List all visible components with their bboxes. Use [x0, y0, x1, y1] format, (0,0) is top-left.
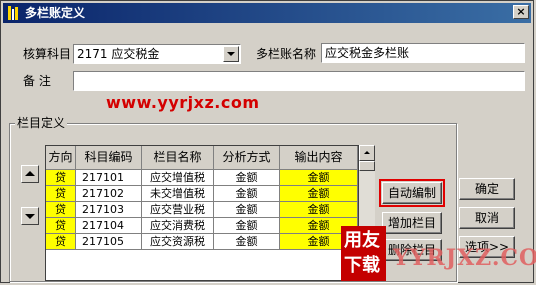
arrow-down-icon [25, 214, 35, 219]
ledger-name-input[interactable]: 应交税金多栏账 [321, 43, 525, 63]
cell-code[interactable]: 217102 [76, 186, 142, 202]
title-bar: 多栏账定义 × [3, 3, 531, 23]
cell-code[interactable]: 217105 [76, 234, 142, 250]
cell-output[interactable]: 金额 [280, 202, 358, 218]
move-up-button[interactable] [21, 165, 39, 183]
cell-output[interactable]: 金额 [280, 170, 358, 186]
cell-direction[interactable]: 贷 [46, 218, 76, 234]
ledger-name-label: 多栏账名称 [256, 47, 317, 61]
cell-name[interactable]: 应交消费税 [142, 218, 214, 234]
header-code[interactable]: 科目编码 [76, 146, 142, 170]
cell-name[interactable]: 应交营业税 [142, 202, 214, 218]
cell-code[interactable]: 217104 [76, 218, 142, 234]
logo-text: YYRJXZ.COM [393, 245, 536, 271]
cell-analysis[interactable]: 金额 [214, 234, 280, 250]
arrow-up-icon [25, 171, 35, 176]
cell-name[interactable]: 应交增值税 [142, 170, 214, 186]
subject-dropdown-button[interactable] [223, 46, 239, 62]
move-down-button[interactable] [21, 207, 39, 225]
close-icon: × [516, 5, 526, 18]
scroll-thumb[interactable] [359, 161, 375, 171]
arrow-up-icon [364, 151, 370, 154]
header-direction[interactable]: 方向 [46, 146, 76, 170]
remark-label: 备 注 [23, 74, 51, 88]
close-button[interactable]: × [513, 5, 529, 19]
group-title: 栏目定义 [15, 116, 68, 130]
cell-analysis[interactable]: 金额 [214, 186, 280, 202]
column-table: 方向 科目编码 栏目名称 分析方式 输出内容 贷 217101 应交增值税 金额… [45, 145, 359, 281]
cell-name[interactable]: 未交增值税 [142, 186, 214, 202]
subject-select[interactable]: 2171 应交税金 [73, 44, 241, 64]
cell-code[interactable]: 217101 [76, 170, 142, 186]
cell-name[interactable]: 应交资源税 [142, 234, 214, 250]
scroll-up-button[interactable] [359, 145, 375, 161]
watermark-logo: 用友 下载 YYRJXZ.COM [341, 226, 536, 284]
cell-analysis[interactable]: 金额 [214, 170, 280, 186]
header-output[interactable]: 输出内容 [280, 146, 358, 170]
ledger-name-value: 应交税金多栏账 [325, 46, 410, 60]
cell-output[interactable]: 金额 [280, 186, 358, 202]
cell-direction[interactable]: 贷 [46, 202, 76, 218]
header-name[interactable]: 栏目名称 [142, 146, 214, 170]
cell-direction[interactable]: 贷 [46, 170, 76, 186]
cell-direction[interactable]: 贷 [46, 234, 76, 250]
cell-analysis[interactable]: 金额 [214, 218, 280, 234]
cell-code[interactable]: 217103 [76, 202, 142, 218]
window-title: 多栏账定义 [25, 6, 86, 20]
subject-label: 核算科目 [23, 47, 72, 61]
logo-glyph-bottom: 下载 [344, 255, 380, 276]
watermark-text: www.yyrjxz.com [106, 93, 260, 112]
subject-value: 2171 应交税金 [77, 47, 160, 61]
logo-glyph-top: 用友 [344, 230, 380, 251]
ok-button[interactable]: 确定 [459, 178, 515, 200]
auto-compile-button[interactable]: 自动编制 [379, 179, 445, 207]
remark-input[interactable] [73, 71, 525, 91]
cell-direction[interactable]: 贷 [46, 186, 76, 202]
cell-analysis[interactable]: 金额 [214, 202, 280, 218]
chevron-down-icon [227, 52, 235, 56]
header-analysis[interactable]: 分析方式 [214, 146, 280, 170]
app-icon [8, 6, 18, 20]
dialog-window: 多栏账定义 × 核算科目 2171 应交税金 多栏账名称 应交税金多栏账 备 注… [0, 0, 536, 284]
